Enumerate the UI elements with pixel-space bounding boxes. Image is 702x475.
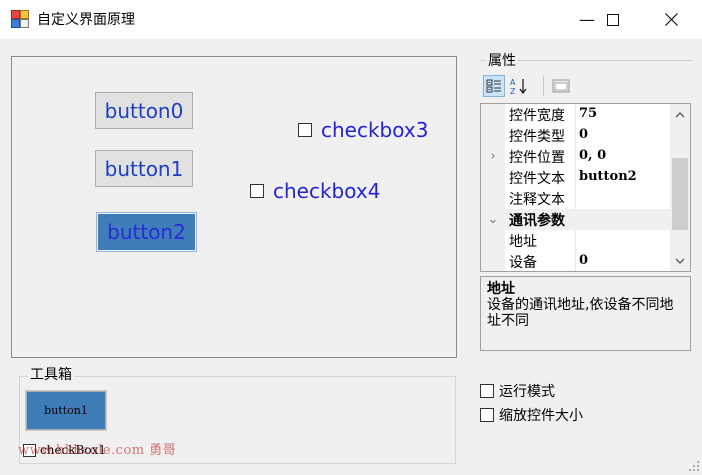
collapse-chevron-icon[interactable]: ⌄ xyxy=(481,209,505,230)
scroll-thumb[interactable] xyxy=(672,158,688,230)
canvas-checkbox-3-label: checkbox3 xyxy=(321,118,429,142)
svg-text:A: A xyxy=(510,78,516,87)
run-mode-checkbox[interactable]: 运行模式 xyxy=(480,381,555,401)
watermark-text: www.hkhcole.com 勇哥 xyxy=(18,443,177,458)
resize-grip-icon[interactable] xyxy=(688,460,700,472)
canvas-checkbox-4[interactable]: checkbox4 xyxy=(250,179,380,203)
property-description-title: 地址 xyxy=(487,281,515,297)
property-description-panel: 地址 设备的通讯地址,依设备不同地址不同 xyxy=(480,276,691,351)
maximize-button[interactable] xyxy=(590,0,636,39)
expand-chevron-icon[interactable]: › xyxy=(481,146,505,167)
properties-group-label: 属性 xyxy=(486,50,518,70)
toolbox-button-item[interactable]: button1 xyxy=(25,390,107,431)
property-row[interactable]: 控件类型 0 xyxy=(481,125,670,146)
toolbox-label: 工具箱 xyxy=(28,364,74,384)
run-mode-label: 运行模式 xyxy=(499,384,555,400)
toolbar-separator xyxy=(543,76,544,96)
svg-text:Z: Z xyxy=(510,87,516,95)
scroll-down-icon[interactable] xyxy=(670,252,690,270)
app-icon xyxy=(11,10,29,28)
property-row[interactable]: 控件文本 button2 xyxy=(481,167,670,188)
checkbox-square[interactable] xyxy=(480,384,494,398)
property-category-row[interactable]: ⌄ 通讯参数 xyxy=(481,209,670,230)
property-row[interactable]: 注释文本 xyxy=(481,188,670,209)
categorized-icon[interactable] xyxy=(483,75,505,97)
canvas-button-2-selected[interactable]: button2 xyxy=(96,212,197,252)
canvas-checkbox-3[interactable]: checkbox3 xyxy=(298,118,428,142)
property-grid-toolbar: A Z xyxy=(481,73,691,99)
checkbox-square[interactable] xyxy=(298,123,312,137)
property-pages-icon[interactable] xyxy=(550,75,572,97)
scroll-up-icon[interactable] xyxy=(670,106,690,124)
property-description-text: 设备的通讯地址,依设备不同地址不同 xyxy=(487,297,674,329)
scale-controls-label: 缩放控件大小 xyxy=(499,408,583,424)
checkbox-square[interactable] xyxy=(250,184,264,198)
canvas-button-1[interactable]: button1 xyxy=(95,150,193,187)
property-row[interactable]: › 控件位置 0, 0 xyxy=(481,146,670,167)
property-row[interactable]: 地址 xyxy=(481,230,670,251)
property-row[interactable]: 设备 0 xyxy=(481,251,670,271)
scale-controls-checkbox[interactable]: 缩放控件大小 xyxy=(480,405,583,425)
close-button[interactable] xyxy=(648,0,694,39)
window-title: 自定义界面原理 xyxy=(37,12,135,28)
checkbox-square[interactable] xyxy=(480,408,494,422)
canvas-button-0[interactable]: button0 xyxy=(95,92,193,129)
property-grid-scrollbar[interactable] xyxy=(670,104,690,271)
alphabetical-icon[interactable]: A Z xyxy=(509,75,531,97)
design-canvas[interactable] xyxy=(11,56,457,358)
property-grid[interactable]: 控件宽度 75 控件类型 0 › 控件位置 0, 0 控件文本 button2 … xyxy=(480,103,691,272)
canvas-checkbox-4-label: checkbox4 xyxy=(273,179,381,203)
property-row[interactable]: 控件宽度 75 xyxy=(481,104,670,125)
